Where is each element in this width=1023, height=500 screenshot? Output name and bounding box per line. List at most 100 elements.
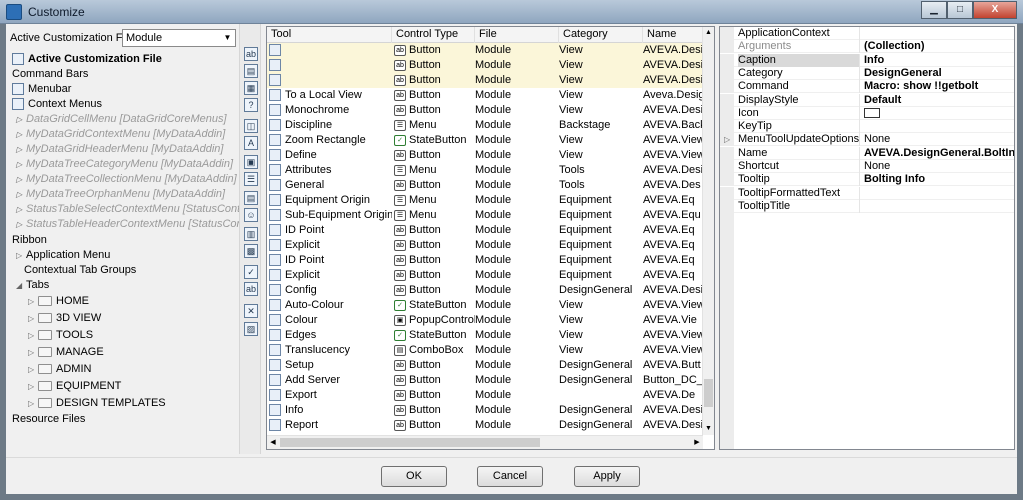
delete-tool-icon[interactable]: ✕: [244, 304, 258, 318]
tree-node[interactable]: Resource Files: [12, 412, 85, 427]
table-row[interactable]: To a Local View ab Button Module View Aveva.D…: [267, 88, 703, 103]
property-value[interactable]: AVEVA.DesignGeneral.BoltInfo: [864, 147, 1014, 160]
table-row[interactable]: General ab Button Module Tools AVEVA.Des: [267, 178, 703, 193]
column-header-file[interactable]: File: [475, 27, 559, 43]
table-row[interactable]: Edges ✓ StateButton Module View AVEVA.View: [267, 328, 703, 343]
scroll-up-arrow-icon[interactable]: ▲: [703, 27, 714, 39]
property-value[interactable]: [864, 120, 1014, 133]
expand-arrow-icon[interactable]: ▷: [16, 202, 26, 217]
popup-tool-icon[interactable]: ?: [244, 98, 258, 112]
column-header-category[interactable]: Category: [559, 27, 643, 43]
table-row[interactable]: Export ab Button Module AVEVA.De: [267, 388, 703, 403]
image-tool-icon[interactable]: ☺: [244, 208, 258, 222]
tree-node[interactable]: Contextual Tab Groups: [24, 263, 136, 278]
property-row[interactable]: TooltipFormattedText: [720, 186, 1014, 200]
table-row[interactable]: Equipment Origin ☰ Menu Module Equipment AVEV…: [267, 193, 703, 208]
expand-arrow-icon[interactable]: ▷: [28, 311, 38, 326]
table-row[interactable]: Setup ab Button Module DesignGeneral AVEVA.Bu…: [267, 358, 703, 373]
property-value[interactable]: Bolting Info: [864, 173, 1014, 186]
property-value[interactable]: Default: [864, 94, 1014, 107]
table-row[interactable]: Translucency ▤ ComboBox Module View AVEVA.Vie…: [267, 343, 703, 358]
scroll-right-arrow-icon[interactable]: ▶: [691, 436, 703, 449]
property-value[interactable]: None: [864, 160, 1014, 173]
tree-node[interactable]: ▷ MyDataTreeCategoryMenu [MyDataAddin]: [16, 157, 233, 172]
property-row[interactable]: Caption Info: [720, 53, 1014, 67]
table-row[interactable]: ID Point ab Button Module Equipment AVEVA.Eq: [267, 223, 703, 238]
expand-arrow-icon[interactable]: ▷: [16, 187, 26, 202]
cancel-button[interactable]: Cancel: [477, 466, 543, 487]
property-value[interactable]: [864, 27, 1014, 40]
expand-arrow-icon[interactable]: ▷: [28, 328, 38, 343]
expand-arrow-icon[interactable]: ▷: [16, 172, 26, 187]
title-bar[interactable]: Customize ▁ □ X: [0, 0, 1023, 24]
property-row[interactable]: DisplayStyle Default: [720, 93, 1014, 107]
table-row[interactable]: Add Server ab Button Module DesignGeneral But…: [267, 373, 703, 388]
vertical-scroll-thumb[interactable]: [704, 379, 713, 407]
table-row[interactable]: ab Button Module View AVEVA.Desi: [267, 73, 703, 88]
table-row[interactable]: Info ab Button Module DesignGeneral AVEVA.Des…: [267, 403, 703, 418]
property-row[interactable]: Icon: [720, 106, 1014, 120]
horizontal-scroll-thumb[interactable]: [280, 438, 540, 447]
tree-node[interactable]: ▷ DESIGN TEMPLATES: [28, 396, 166, 411]
tree-node[interactable]: ▷ StatusTableSelectContextMenu [StatusCon…: [16, 202, 244, 217]
tree-node[interactable]: ▷ MANAGE: [28, 345, 104, 360]
button-tool-icon[interactable]: ab: [244, 47, 258, 61]
label-tool-icon[interactable]: A: [244, 136, 258, 150]
table-row[interactable]: Monochrome ab Button Module View AVEVA.Desig: [267, 103, 703, 118]
property-value[interactable]: [864, 187, 1014, 200]
scroll-down-arrow-icon[interactable]: ▼: [703, 423, 714, 435]
property-row[interactable]: Category DesignGeneral: [720, 66, 1014, 80]
expand-arrow-icon[interactable]: ▷: [28, 396, 38, 411]
table-row[interactable]: Explicit ab Button Module Equipment AVEVA.Eq: [267, 238, 703, 253]
tree-node[interactable]: ▷ StatusTableHeaderContextMenu [StatusCon…: [16, 217, 246, 232]
column-header-name[interactable]: Name: [643, 27, 703, 43]
table-row[interactable]: Auto-Colour ✓ StateButton Module View AVEVA.V…: [267, 298, 703, 313]
maximize-button[interactable]: □: [947, 1, 973, 19]
collapse-arrow-icon[interactable]: ◢: [16, 278, 26, 293]
tree-node[interactable]: Active Customization File: [12, 52, 162, 67]
mdi-tool-icon[interactable]: ▩: [244, 244, 258, 258]
expand-arrow-icon[interactable]: ▷: [28, 362, 38, 377]
combobox-tool-icon[interactable]: ◫: [244, 119, 258, 133]
tree-node[interactable]: ▷ HOME: [28, 294, 89, 309]
property-row[interactable]: Command Macro: show !!getbolt: [720, 80, 1014, 94]
property-value[interactable]: [864, 200, 1014, 213]
expand-arrow-icon[interactable]: ▷: [724, 133, 730, 146]
property-row[interactable]: TooltipTitle: [720, 199, 1014, 213]
property-row[interactable]: KeyTip: [720, 120, 1014, 134]
property-row[interactable]: ▷ MenuToolUpdateOptions None: [720, 133, 1014, 147]
tree-node[interactable]: ▷ MyDataGridContextMenu [MyDataAddin]: [16, 127, 225, 142]
table-row[interactable]: ID Point ab Button Module Equipment AVEVA.Eq: [267, 253, 703, 268]
property-value[interactable]: DesignGeneral: [864, 67, 1014, 80]
close-button[interactable]: X: [973, 1, 1017, 19]
column-header-tool[interactable]: Tool: [267, 27, 392, 43]
tree-node[interactable]: ▷ ADMIN: [28, 362, 91, 377]
expand-arrow-icon[interactable]: ▷: [16, 157, 26, 172]
property-row[interactable]: Shortcut None: [720, 160, 1014, 173]
column-header-control-type[interactable]: Control Type: [392, 27, 475, 43]
tree-node[interactable]: ◢ Tabs: [16, 278, 49, 293]
table-row[interactable]: ab Button Module View AVEVA.Desi: [267, 58, 703, 73]
table-row[interactable]: Explicit ab Button Module Equipment AVEVA.Eq: [267, 268, 703, 283]
tree-node[interactable]: Ribbon: [12, 233, 47, 248]
text-tool-icon[interactable]: ab: [244, 282, 258, 296]
expand-arrow-icon[interactable]: ▷: [28, 345, 38, 360]
table-row[interactable]: Sub-Equipment Origin ☰ Menu Module Equipment…: [267, 208, 703, 223]
expand-arrow-icon[interactable]: ▷: [16, 248, 26, 263]
expand-arrow-icon[interactable]: ▷: [28, 379, 38, 394]
tree-node[interactable]: ▷ DataGridCellMenu [DataGridCoreMenus]: [16, 112, 227, 127]
property-row[interactable]: Name AVEVA.DesignGeneral.BoltInfo: [720, 146, 1014, 160]
table-row[interactable]: Discipline ☰ Menu Module Backstage AVEVA.Back: [267, 118, 703, 133]
gallery-tool-icon[interactable]: ▣: [244, 155, 258, 169]
property-row[interactable]: Tooltip Bolting Info: [720, 173, 1014, 187]
table-row[interactable]: Attributes ☰ Menu Module Tools AVEVA.Desi: [267, 163, 703, 178]
minimize-button[interactable]: ▁: [921, 1, 947, 19]
active-customization-file-select[interactable]: Module ▼: [122, 29, 236, 47]
tree-node[interactable]: ▷ EQUIPMENT: [28, 379, 121, 394]
property-value[interactable]: None: [864, 133, 1014, 146]
grid-vertical-scrollbar[interactable]: ▲ ▼: [702, 27, 714, 435]
textbox-tool-icon[interactable]: ▤: [244, 191, 258, 205]
tree-node[interactable]: ▷ MyDataTreeCollectionMenu [MyDataAddin]: [16, 172, 237, 187]
chevron-down-icon[interactable]: ▼: [220, 30, 235, 46]
scroll-left-arrow-icon[interactable]: ◀: [267, 436, 279, 449]
